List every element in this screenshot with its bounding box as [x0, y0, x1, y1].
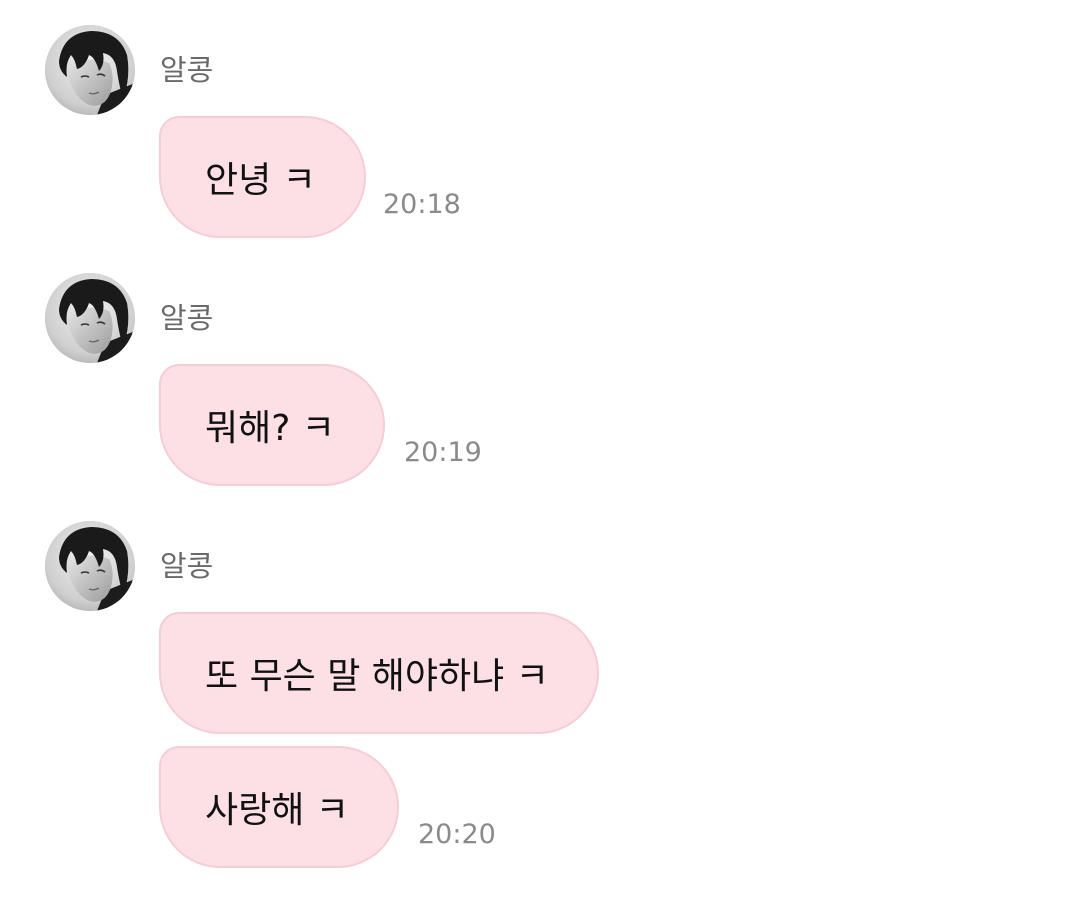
message-bubble[interactable]: 또 무슨 말 해야하냐 ㅋ: [159, 612, 599, 734]
message-timestamp: 20:19: [404, 437, 482, 468]
message-text: 안녕 ㅋ: [205, 160, 316, 201]
message-bubble[interactable]: 뭐해? ㅋ: [159, 364, 385, 486]
profile-photo-icon: [45, 521, 135, 611]
sender-name: 알콩: [160, 549, 214, 583]
message-text: 또 무슨 말 해야하냐 ㅋ: [205, 656, 549, 697]
profile-photo-icon: [45, 25, 135, 115]
avatar[interactable]: [45, 521, 135, 611]
sender-name: 알콩: [160, 301, 214, 335]
message-text: 뭐해? ㅋ: [205, 408, 335, 449]
message-timestamp: 20:20: [418, 819, 496, 850]
message-bubble[interactable]: 사랑해 ㅋ: [159, 746, 399, 868]
avatar[interactable]: [45, 25, 135, 115]
sender-name: 알콩: [160, 53, 214, 87]
avatar[interactable]: [45, 273, 135, 363]
message-bubble[interactable]: 안녕 ㅋ: [159, 116, 366, 238]
message-timestamp: 20:18: [383, 189, 461, 220]
profile-photo-icon: [45, 273, 135, 363]
message-text: 사랑해 ㅋ: [205, 790, 349, 831]
